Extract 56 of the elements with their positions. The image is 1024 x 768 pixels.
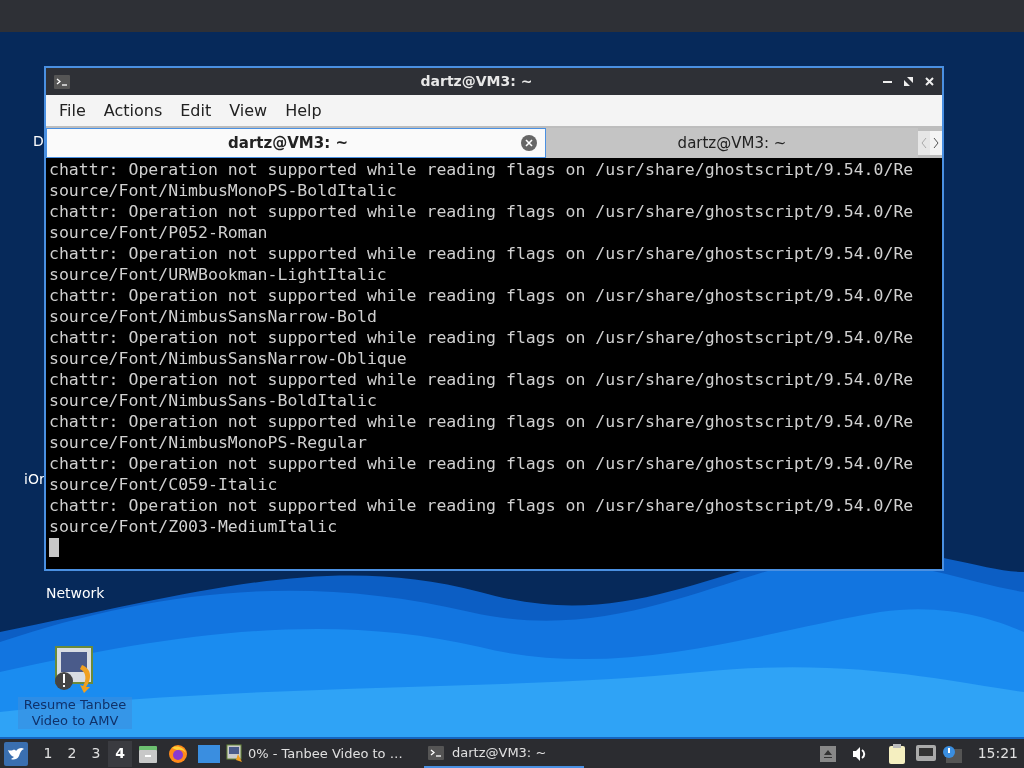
close-icon[interactable]	[925, 77, 934, 86]
menu-item[interactable]: File	[50, 98, 95, 123]
menu-item[interactable]: Edit	[171, 98, 221, 123]
tab[interactable]: dartz@VM3: ~	[546, 128, 918, 158]
terminal-line: source/Font/NimbusMonoPS-Regular	[49, 432, 367, 453]
file-manager-icon[interactable]	[138, 743, 158, 764]
document-app-icon	[226, 743, 244, 764]
terminal-line: chattr: Operation not supported while reading flags on /usr/share/ghostscript/9.54.0/Re	[49, 453, 914, 474]
eject-icon[interactable]	[819, 745, 836, 762]
terminal-line: source/Font/NimbusSans-BoldItalic	[49, 390, 377, 411]
terminal-line: chattr: Operation not supported while reading flags on /usr/share/ghostscript/9.54.0/Re	[49, 159, 914, 180]
browser-icon[interactable]	[168, 743, 188, 764]
menu-item[interactable]: Actions	[94, 98, 172, 123]
desktop-icon-label[interactable]: Resume Tanbee Video to AMV	[18, 697, 132, 729]
taskbar-task[interactable]: 0% - Tanbee Video to …	[222, 739, 422, 768]
tab[interactable]: dartz@VM3: ~	[46, 128, 546, 158]
maximize-icon[interactable]	[904, 77, 913, 86]
terminal-line: chattr: Operation not supported while reading flags on /usr/share/ghostscript/9.54.0/Re	[49, 285, 914, 306]
workspace-button[interactable]: 1	[36, 740, 60, 767]
bird-icon[interactable]	[4, 741, 28, 766]
notification-icon[interactable]	[941, 744, 962, 763]
terminal-line: chattr: Operation not supported while reading flags on /usr/share/ghostscript/9.54.0/Re	[49, 495, 914, 516]
menu-item[interactable]: View	[220, 98, 277, 123]
window-icon[interactable]	[198, 744, 220, 763]
workspace-button[interactable]: 4	[108, 740, 132, 767]
tab-label: dartz@VM3: ~	[227, 132, 349, 154]
terminal-line: source/Font/Z003-MediumItalic	[49, 516, 338, 537]
speaker-icon[interactable]	[851, 745, 868, 762]
network-icon[interactable]	[915, 744, 936, 763]
terminal-line: source/Font/NimbusSansNarrow-Oblique	[49, 348, 407, 369]
desktop-icon-label: D	[33, 132, 44, 151]
workspace-button[interactable]: 2	[60, 740, 84, 767]
window-title: dartz@VM3: ~	[419, 72, 534, 91]
desktop-icon-label: iOr	[24, 470, 45, 489]
terminal-line: source/Font/NimbusSansNarrow-Bold	[49, 306, 377, 327]
clipboard-icon[interactable]	[887, 743, 906, 764]
terminal-line: source/Font/P052-Roman	[49, 222, 268, 243]
scroll-right-icon[interactable]	[930, 131, 942, 155]
terminal-line: source/Font/NimbusMonoPS-BoldItalic	[49, 180, 397, 201]
terminal-line: source/Font/C059-Italic	[49, 474, 278, 495]
terminal-icon	[54, 73, 70, 90]
terminal-line: chattr: Operation not supported while reading flags on /usr/share/ghostscript/9.54.0/Re	[49, 411, 914, 432]
terminal-icon	[428, 744, 444, 761]
terminal-line: chattr: Operation not supported while reading flags on /usr/share/ghostscript/9.54.0/Re	[49, 243, 914, 264]
terminal-line: chattr: Operation not supported while reading flags on /usr/share/ghostscript/9.54.0/Re	[49, 369, 914, 390]
terminal-line: source/Font/URWBookman-LightItalic	[49, 264, 387, 285]
terminal-line: chattr: Operation not supported while reading flags on /usr/share/ghostscript/9.54.0/Re	[49, 327, 914, 348]
workspace-button[interactable]: 3	[84, 740, 108, 767]
clock[interactable]: 15:21	[977, 743, 1018, 764]
menu-item[interactable]: Help	[276, 98, 331, 123]
close-tab-icon[interactable]	[521, 135, 537, 151]
taskbar-task[interactable]: dartz@VM3: ~	[424, 739, 584, 768]
tab-label: dartz@VM3: ~	[676, 132, 788, 154]
terminal-line: chattr: Operation not supported while reading flags on /usr/share/ghostscript/9.54.0/Re	[49, 201, 914, 222]
desktop-icon-label[interactable]: Network	[46, 583, 105, 604]
text-cursor	[49, 538, 59, 557]
